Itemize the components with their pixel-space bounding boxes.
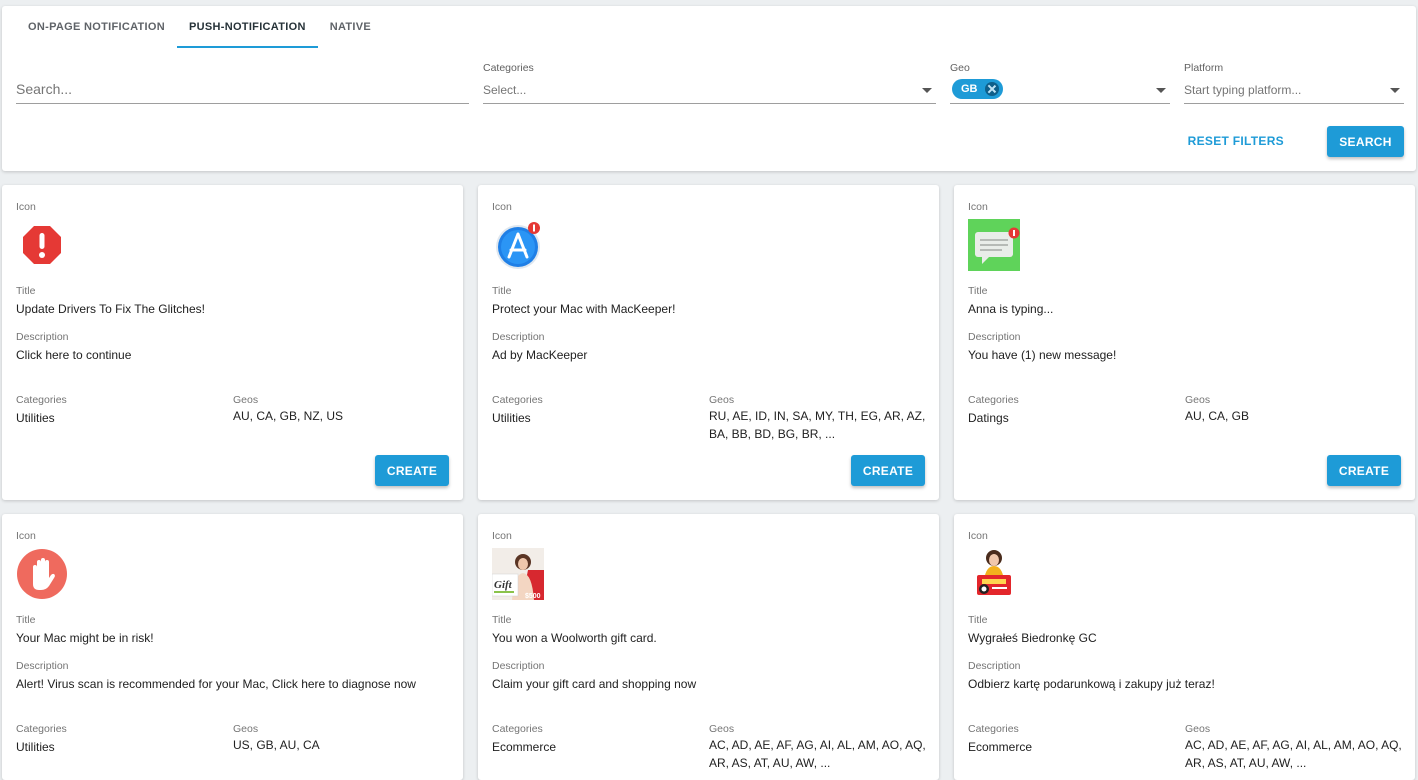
gift-card-price: $500 [525, 593, 541, 600]
card-description: Ad by MacKeeper [492, 348, 588, 362]
card-categories: Utilities [16, 740, 55, 754]
create-button[interactable]: CREATE [851, 455, 925, 486]
categories-label: Categories [968, 723, 1019, 735]
geos-label: Geos [233, 723, 259, 735]
title-label: Title [968, 614, 988, 626]
geo-label: Geo [950, 62, 970, 74]
card-geos: AU, CA, GB, NZ, US [233, 409, 344, 423]
categories-field: Categories [483, 54, 936, 104]
icon-label: Icon [492, 530, 512, 542]
app-store-icon [492, 219, 544, 271]
tab-on-page-notification[interactable]: ON-PAGE NOTIFICATION [16, 6, 177, 48]
card-categories: Datings [968, 411, 1009, 425]
platform-dropdown-icon[interactable] [1390, 88, 1400, 93]
categories-label: Categories [492, 394, 543, 406]
title-label: Title [16, 614, 36, 626]
geo-chip: GB [952, 79, 1003, 99]
reset-filters-button[interactable]: RESET FILTERS [1188, 134, 1284, 148]
title-label: Title [492, 285, 512, 297]
notification-card: Icon Title Protect your Mac with MacKeep… [478, 185, 939, 500]
tab-bar: ON-PAGE NOTIFICATION PUSH-NOTIFICATION N… [16, 6, 383, 48]
description-label: Description [16, 660, 69, 672]
chip-remove-icon[interactable] [984, 82, 999, 96]
card-description: Claim your gift card and shopping now [492, 677, 697, 691]
categories-label: Categories [968, 394, 1019, 406]
description-label: Description [16, 331, 69, 343]
title-label: Title [16, 285, 36, 297]
geos-label: Geos [1185, 394, 1211, 406]
notification-card: Icon Title Your Mac might be in risk! De… [2, 514, 463, 780]
card-categories: Ecommerce [968, 740, 1033, 754]
geos-label: Geos [709, 723, 735, 735]
card-title: Wygrałeś Biedronkę GC [968, 631, 1097, 645]
categories-dropdown-icon[interactable] [922, 88, 932, 93]
card-categories: Ecommerce [492, 740, 557, 754]
notification-card: Icon Title Update Drivers To Fix The Gli… [2, 185, 463, 500]
card-geos: US, GB, AU, CA [233, 738, 320, 752]
icon-label: Icon [16, 530, 36, 542]
card-title: Anna is typing... [968, 302, 1054, 316]
search-field [16, 54, 469, 104]
stop-hand-icon [16, 548, 68, 600]
card-description: Alert! Virus scan is recommended for you… [16, 677, 416, 691]
filter-panel: ON-PAGE NOTIFICATION PUSH-NOTIFICATION N… [2, 6, 1416, 171]
card-geos: AU, CA, GB [1185, 409, 1250, 423]
search-button[interactable]: SEARCH [1327, 126, 1404, 157]
title-label: Title [492, 614, 512, 626]
description-label: Description [492, 331, 545, 343]
title-label: Title [968, 285, 988, 297]
description-label: Description [968, 660, 1021, 672]
card-description: Click here to continue [16, 348, 132, 362]
categories-label: Categories [16, 723, 67, 735]
tab-native[interactable]: NATIVE [318, 6, 383, 48]
platform-input[interactable] [1184, 83, 1382, 97]
categories-label: Categories [492, 723, 543, 735]
platform-label: Platform [1184, 62, 1224, 74]
card-geos: AC, AD, AE, AF, AG, AI, AL, AM, AO, AQ, … [709, 738, 926, 770]
gift-card-text: Gift [494, 579, 513, 591]
card-geos: RU, AE, ID, IN, SA, MY, TH, EG, AR, AZ, … [709, 409, 926, 441]
icon-label: Icon [968, 530, 988, 542]
geos-label: Geos [1185, 723, 1211, 735]
geo-dropdown-icon[interactable] [1156, 88, 1166, 93]
woman-with-gift-card-icon [968, 548, 1020, 600]
card-description: Odbierz kartę podarunkową i zakupy już t… [968, 677, 1215, 691]
notification-card: Icon Gift $500 Title You won a Woolworth… [478, 514, 939, 780]
message-bubble-icon [968, 219, 1020, 271]
icon-label: Icon [492, 201, 512, 213]
geo-chip-label: GB [961, 83, 978, 95]
create-button[interactable]: CREATE [1327, 455, 1401, 486]
platform-field: Platform [1184, 54, 1404, 104]
gift-card-photo-icon: Gift $500 [491, 548, 544, 600]
categories-label: Categories [483, 62, 534, 74]
geos-label: Geos [233, 394, 259, 406]
card-description: You have (1) new message! [968, 348, 1117, 362]
categories-label: Categories [16, 394, 67, 406]
description-label: Description [968, 331, 1021, 343]
card-title: Protect your Mac with MacKeeper! [492, 302, 676, 316]
icon-label: Icon [968, 201, 988, 213]
icon-label: Icon [16, 201, 36, 213]
search-input[interactable] [16, 81, 424, 97]
description-label: Description [492, 660, 545, 672]
red-alert-octagon-icon [16, 219, 68, 271]
create-button[interactable]: CREATE [375, 455, 449, 486]
card-categories: Utilities [16, 411, 55, 425]
card-categories: Utilities [492, 411, 531, 425]
notification-card: Icon Title Wygrałeś Biedronkę GC Descrip… [954, 514, 1415, 780]
tab-push-notification[interactable]: PUSH-NOTIFICATION [176, 6, 318, 48]
geos-label: Geos [709, 394, 735, 406]
notification-card: Icon Title Anna is typing... Description… [954, 185, 1415, 500]
card-title: You won a Woolworth gift card. [492, 631, 657, 645]
card-geos: AC, AD, AE, AF, AG, AI, AL, AM, AO, AQ, … [1185, 738, 1402, 770]
card-title: Your Mac might be in risk! [16, 631, 154, 645]
geo-field: Geo GB [950, 54, 1170, 104]
card-title: Update Drivers To Fix The Glitches! [16, 302, 205, 316]
categories-select[interactable] [483, 83, 891, 97]
